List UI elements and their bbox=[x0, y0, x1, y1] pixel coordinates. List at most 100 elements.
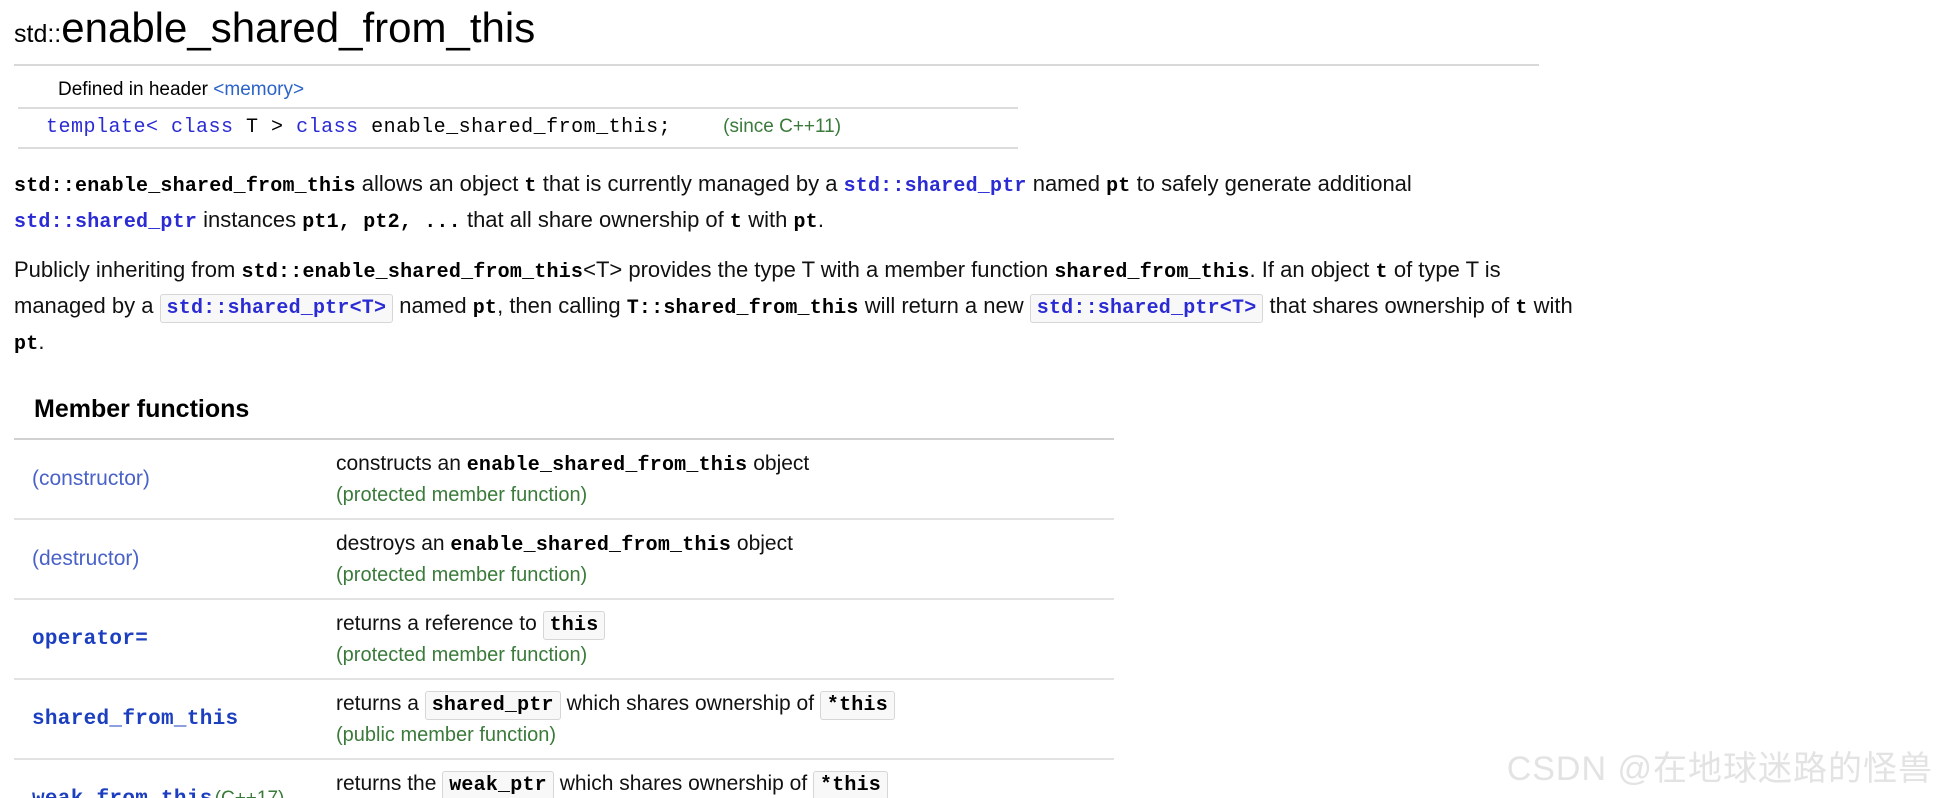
p2-t9: with bbox=[1527, 293, 1573, 318]
declaration-name: enable_shared_from_this; bbox=[358, 116, 672, 139]
since-badge-cxx11: (since C++11) bbox=[723, 116, 842, 137]
page-title-name: enable_shared_from_this bbox=[61, 4, 536, 51]
desc-inline-code: enable_shared_from_this bbox=[466, 454, 748, 477]
member-description-cell: destroys an enable_shared_from_this obje… bbox=[314, 519, 1114, 599]
member-name-link[interactable]: (destructor) bbox=[32, 547, 139, 570]
title-divider bbox=[14, 64, 1539, 66]
paragraph-2: Publicly inheriting from std::enable_sha… bbox=[14, 253, 1594, 361]
p1-t5: instances bbox=[197, 207, 303, 232]
code-enable-shared-from-this: std::enable_shared_from_this bbox=[14, 175, 356, 198]
member-description-text: constructs an enable_shared_from_this ob… bbox=[336, 449, 1114, 481]
table-row: shared_from_this returns a shared_ptr whi… bbox=[14, 679, 1114, 759]
code-shared-from-this: shared_from_this bbox=[1054, 261, 1250, 284]
member-name-cell: shared_from_this bbox=[14, 679, 314, 759]
p2-t8: that shares ownership of bbox=[1263, 293, 1516, 318]
declaration-code: template< class T > class enable_shared_… bbox=[46, 116, 671, 139]
member-description-text: destroys an enable_shared_from_this obje… bbox=[336, 529, 1114, 561]
table-row: weak_from_this(C++17) returns the weak_pt… bbox=[14, 759, 1114, 798]
desc-suffix: object bbox=[747, 452, 810, 475]
link-std-shared-ptr-2[interactable]: std::shared_ptr bbox=[14, 211, 197, 234]
desc-prefix: constructs an bbox=[336, 452, 467, 475]
member-description-cell: returns the weak_ptr which shares owners… bbox=[314, 759, 1114, 798]
member-functions-body: (constructor) constructs an enable_shared… bbox=[14, 439, 1114, 798]
desc-prefix: destroys an bbox=[336, 532, 451, 555]
desc-prefix: returns the bbox=[336, 772, 443, 795]
code-enable-shared-from-this-2: std::enable_shared_from_this bbox=[241, 261, 584, 284]
section-heading-member-functions: Member functions bbox=[34, 395, 250, 423]
p2-t10: . bbox=[38, 329, 45, 354]
desc-boxed-code-2[interactable]: *this bbox=[819, 691, 895, 720]
p1-t2: that is currently managed by a bbox=[536, 171, 844, 196]
member-description-text: returns a shared_ptr which shares owners… bbox=[336, 689, 1114, 721]
p2-t6: , then calling bbox=[497, 293, 627, 318]
keyword-class-2: class bbox=[296, 116, 359, 139]
boxed-std-shared-ptr-t-1[interactable]: std::shared_ptr<T> bbox=[159, 294, 394, 323]
declaration-table: Defined in header <memory> template< cla… bbox=[18, 74, 1018, 149]
desc-boxed-code[interactable]: shared_ptr bbox=[424, 691, 561, 720]
p2-t7: will return a new bbox=[858, 293, 1030, 318]
member-access-note: (protected member function) bbox=[336, 564, 588, 586]
member-name-link[interactable]: weak_from_this bbox=[32, 788, 213, 798]
paragraph-1: std::enable_shared_from_this allows an o… bbox=[14, 167, 1594, 239]
member-access-note: (protected member function) bbox=[336, 644, 588, 666]
desc-prefix: returns a bbox=[336, 692, 425, 715]
p1-t8: . bbox=[817, 207, 824, 232]
p2-t5: named bbox=[393, 293, 473, 318]
title-block: std::enable_shared_from_this bbox=[0, 0, 1957, 60]
page-title-namespace: std:: bbox=[14, 20, 62, 48]
code-t-shared-from-this: T::shared_from_this bbox=[626, 297, 859, 320]
desc-suffix: object bbox=[731, 532, 793, 555]
defined-in-header-cell: Defined in header <memory> bbox=[18, 74, 1018, 109]
p1-t6: that all share ownership of bbox=[460, 207, 730, 232]
code-t-2: t bbox=[729, 211, 743, 234]
page-title: std::enable_shared_from_this bbox=[14, 2, 1957, 60]
declaration-type-param: T > bbox=[233, 116, 297, 139]
p2-t2: <T> provides the type T with a member fu… bbox=[583, 257, 1055, 282]
member-name-cell: operator= bbox=[14, 599, 314, 679]
p1-t4: to safely generate additional bbox=[1130, 171, 1412, 196]
member-description-text: returns a reference to this bbox=[336, 609, 1114, 641]
member-description-cell: returns a shared_ptr which shares owners… bbox=[314, 679, 1114, 759]
member-description-cell: constructs an enable_shared_from_this ob… bbox=[314, 439, 1114, 519]
table-row: operator= returns a reference to this (pro… bbox=[14, 599, 1114, 679]
member-functions-table: (constructor) constructs an enable_shared… bbox=[14, 438, 1114, 798]
p2-t1: Publicly inheriting from bbox=[14, 257, 242, 282]
desc-middle: which shares ownership of bbox=[553, 772, 813, 795]
desc-prefix: returns a reference to bbox=[336, 612, 543, 635]
link-std-shared-ptr-1[interactable]: std::shared_ptr bbox=[844, 175, 1027, 198]
code-t-4: t bbox=[1515, 297, 1528, 320]
member-name-link[interactable]: (constructor) bbox=[32, 467, 150, 490]
member-description-text: returns the weak_ptr which shares owners… bbox=[336, 769, 1114, 798]
defined-in-header-row: Defined in header <memory> bbox=[18, 74, 1018, 109]
documentation-page: std::enable_shared_from_this Defined in … bbox=[0, 0, 1957, 798]
member-name-cell: (destructor) bbox=[14, 519, 314, 599]
boxed-std-shared-ptr-t-2[interactable]: std::shared_ptr<T> bbox=[1029, 294, 1264, 323]
p1-t3: named bbox=[1026, 171, 1107, 196]
p2-t3: . If an object bbox=[1249, 257, 1376, 282]
keyword-class-1: class bbox=[171, 116, 234, 139]
member-version-badge: (C++17) bbox=[214, 787, 285, 798]
member-access-note: (public member function) bbox=[336, 724, 557, 746]
desc-boxed-code[interactable]: this bbox=[542, 611, 606, 640]
declaration-cell: template< class T > class enable_shared_… bbox=[18, 108, 1018, 149]
member-name-link[interactable]: operator= bbox=[32, 628, 148, 651]
desc-boxed-code[interactable]: weak_ptr bbox=[442, 771, 554, 798]
desc-middle: which shares ownership of bbox=[560, 692, 820, 715]
code-pt-2: pt bbox=[793, 211, 818, 234]
defined-in-label: Defined in header bbox=[58, 79, 208, 100]
desc-boxed-code-2[interactable]: *this bbox=[813, 771, 889, 798]
table-row: (constructor) constructs an enable_shared… bbox=[14, 439, 1114, 519]
code-pt-1: pt bbox=[1106, 175, 1131, 198]
member-name-link[interactable]: shared_from_this bbox=[32, 708, 238, 731]
code-t: t bbox=[524, 175, 537, 198]
code-t-3: t bbox=[1375, 261, 1388, 284]
member-name-cell: (constructor) bbox=[14, 439, 314, 519]
header-link-memory[interactable]: <memory> bbox=[213, 79, 304, 100]
code-pt-4: pt bbox=[14, 333, 39, 356]
code-pt-instances: pt1, pt2, ... bbox=[302, 211, 461, 234]
keyword-template: template bbox=[46, 116, 147, 139]
table-row: (destructor) destroys an enable_shared_fr… bbox=[14, 519, 1114, 599]
csdn-watermark: CSDN @在地球迷路的怪兽 bbox=[1506, 750, 1933, 788]
desc-inline-code: enable_shared_from_this bbox=[450, 534, 732, 557]
member-name-cell: weak_from_this(C++17) bbox=[14, 759, 314, 798]
